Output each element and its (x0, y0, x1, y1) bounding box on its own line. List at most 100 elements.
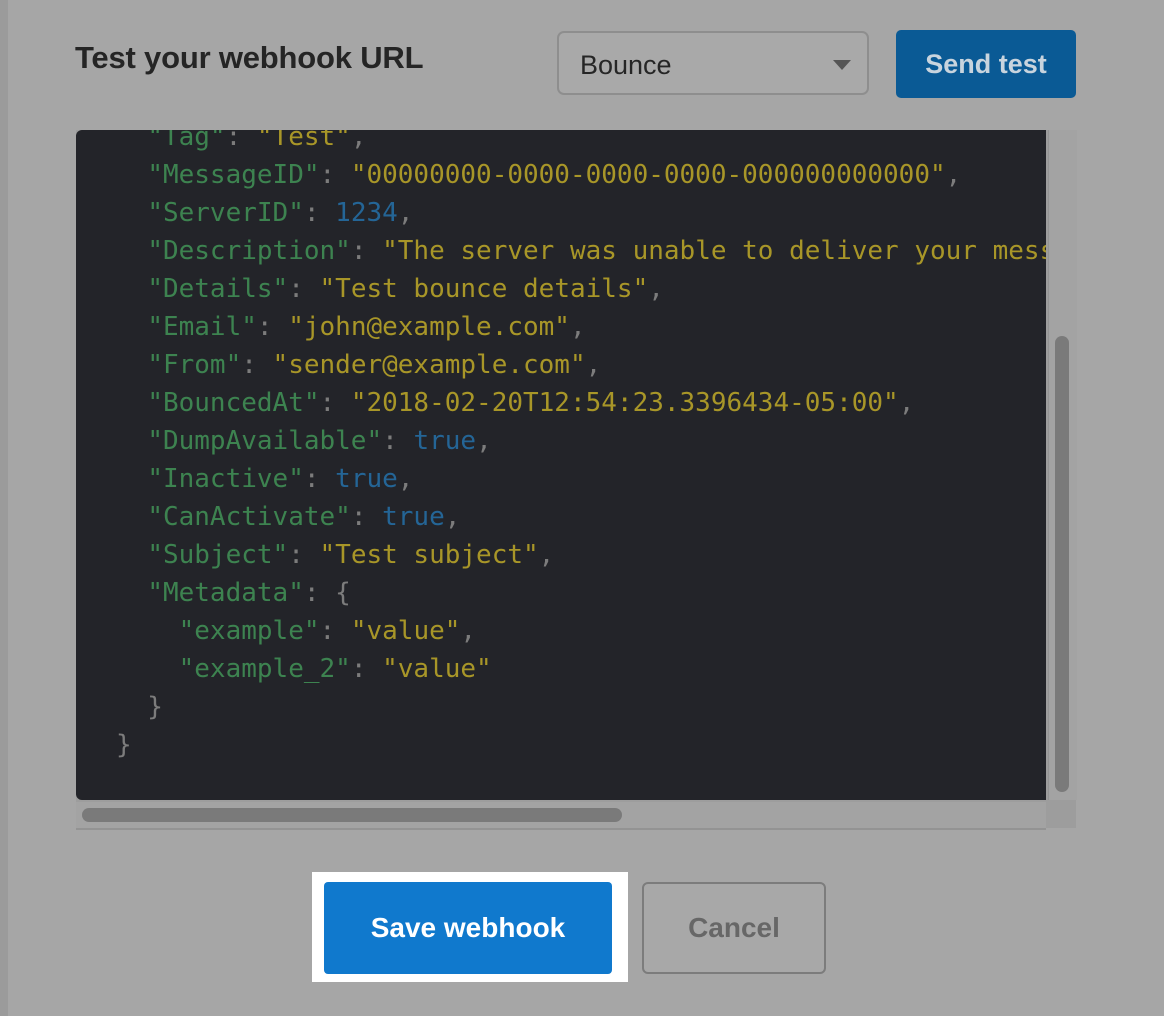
code-token: "CanActivate" (147, 502, 351, 532)
code-token: "Test bounce details" (319, 274, 649, 304)
code-token: "value" (350, 616, 461, 646)
code-token: "2018-02-20T12:54:23.3396434-05:00" (350, 388, 899, 418)
code-token: "example_2" (178, 654, 351, 684)
code-token: "The server was unable to deliver your m… (382, 236, 1046, 266)
code-line: } (116, 726, 1046, 764)
code-token: 1234 (335, 198, 398, 228)
vertical-scrollbar-thumb[interactable] (1055, 336, 1069, 792)
code-line: "ServerID": 1234, (116, 194, 1046, 232)
code-token: "From" (147, 350, 242, 380)
code-token: "example" (178, 616, 320, 646)
code-token: "Email" (147, 312, 257, 342)
code-token: : (288, 274, 320, 304)
code-line: "CanActivate": true, (116, 498, 1046, 536)
code-token: : (288, 540, 320, 570)
horizontal-scrollbar-thumb[interactable] (82, 808, 622, 822)
code-token: "Inactive" (147, 464, 304, 494)
code-token: , (898, 388, 915, 418)
code-line: "Metadata": { (116, 574, 1046, 612)
code-token: , (648, 274, 664, 304)
code-token: , (945, 160, 962, 190)
code-token: : (350, 654, 383, 684)
code-token: , (585, 350, 602, 380)
code-line: "BouncedAt": "2018-02-20T12:54:23.339643… (116, 384, 1046, 422)
code-token: "DumpAvailable" (147, 426, 383, 456)
code-token: "Subject" (147, 540, 289, 570)
code-token: "Test subject" (319, 540, 539, 570)
code-token: true (335, 464, 398, 494)
code-token: : (350, 502, 383, 532)
page-left-edge (0, 0, 8, 1016)
page-title: Test your webhook URL (75, 40, 424, 75)
payload-code-viewer[interactable]: "Tag": "Test", "MessageID": "00000000-00… (76, 130, 1077, 830)
code-token: } (116, 692, 163, 722)
code-line: "example_2": "value" (116, 650, 1046, 688)
code-token: : (382, 426, 414, 456)
code-token: : (319, 160, 351, 190)
code-token: : (319, 616, 351, 646)
code-token: "Metadata" (147, 578, 304, 608)
chevron-down-icon (833, 60, 851, 70)
code-token: : (350, 236, 383, 266)
cancel-button[interactable]: Cancel (642, 882, 826, 974)
code-token: "MessageID" (147, 160, 320, 190)
code-token: : (303, 464, 336, 494)
code-token: : (256, 312, 289, 342)
code-token: : (225, 130, 257, 152)
code-token: true (413, 426, 477, 456)
code-token: , (569, 312, 586, 342)
code-line: "Tag": "Test", (116, 130, 1046, 156)
code-line: "Details": "Test bounce details", (116, 270, 1046, 308)
vertical-scrollbar[interactable] (1048, 130, 1077, 800)
code-token: "Tag" (147, 130, 226, 152)
code-line: "Inactive": true, (116, 460, 1046, 498)
code-block: "Tag": "Test", "MessageID": "00000000-00… (116, 130, 1046, 764)
code-token: "Description" (147, 236, 351, 266)
code-token: "john@example.com" (288, 312, 570, 342)
code-token: , (460, 616, 477, 646)
code-token: : { (303, 578, 351, 608)
code-token: "BouncedAt" (147, 388, 320, 418)
code-line: "Subject": "Test subject", (116, 536, 1046, 574)
code-line: "DumpAvailable": true, (116, 422, 1046, 460)
event-type-selected-value: Bounce (580, 50, 672, 80)
code-token: "sender@example.com" (272, 350, 586, 380)
code-line: "Description": "The server was unable to… (116, 232, 1046, 270)
code-line: "Email": "john@example.com", (116, 308, 1046, 346)
code-panel: "Tag": "Test", "MessageID": "00000000-00… (76, 130, 1046, 800)
code-token: : (241, 350, 273, 380)
code-token: , (476, 426, 492, 456)
event-type-select[interactable]: Bounce (557, 31, 869, 95)
code-token: , (538, 540, 555, 570)
save-webhook-button[interactable]: Save webhook (324, 882, 612, 974)
code-line: "From": "sender@example.com", (116, 346, 1046, 384)
code-token: } (116, 730, 132, 760)
code-token: "Test" (256, 130, 351, 152)
send-test-button[interactable]: Send test (896, 30, 1076, 98)
code-token: , (397, 198, 414, 228)
code-token: "00000000-0000-0000-0000-000000000000" (350, 160, 946, 190)
horizontal-scrollbar[interactable] (76, 802, 1046, 830)
code-token: true (382, 502, 445, 532)
code-token: : (319, 388, 351, 418)
code-token: : (303, 198, 336, 228)
code-token: , (350, 130, 367, 152)
code-line: "example": "value", (116, 612, 1046, 650)
code-token: "ServerID" (147, 198, 304, 228)
code-token: , (444, 502, 461, 532)
